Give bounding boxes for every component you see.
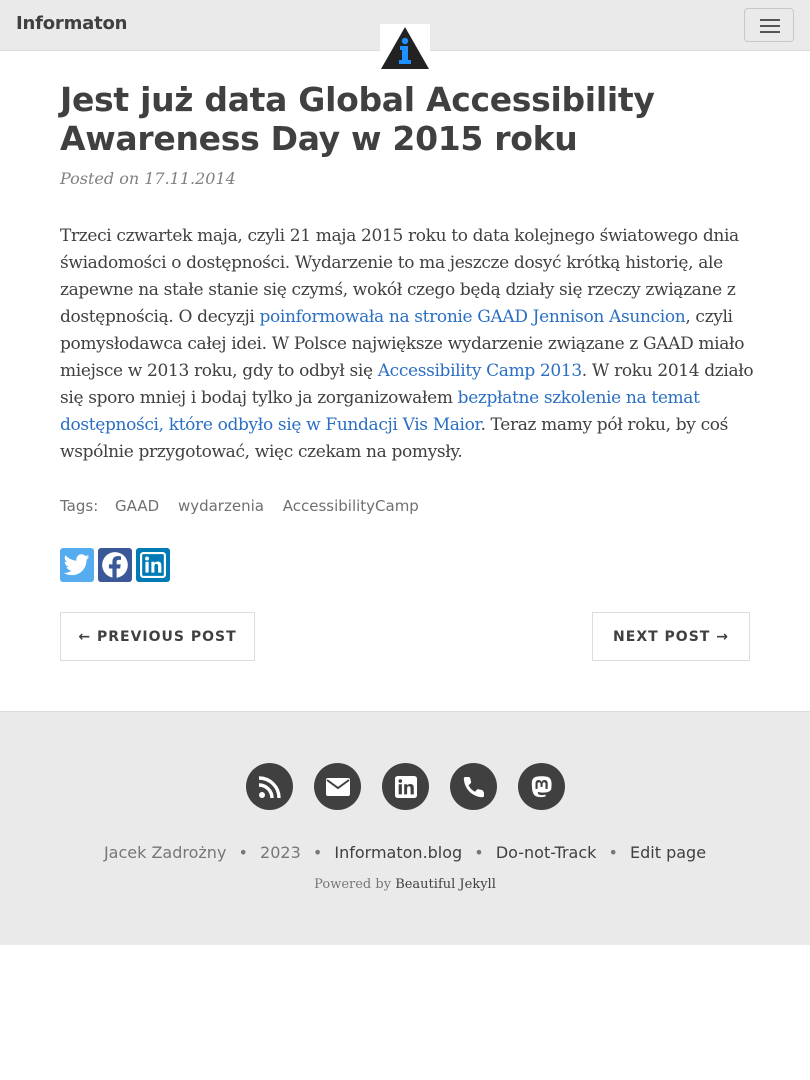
phone-link[interactable] [450, 763, 497, 810]
twitter-icon [64, 554, 90, 576]
phone-icon [463, 776, 484, 797]
powered-by: Powered by Beautiful Jekyll [0, 877, 810, 892]
share-twitter-button[interactable] [60, 548, 94, 582]
footer-year: 2023 [260, 843, 301, 862]
powered-by-text: Powered by [314, 877, 392, 892]
tag-link[interactable]: GAAD [115, 497, 159, 515]
footer: Jacek Zadrożny • 2023 • Informaton.blog … [0, 711, 810, 945]
footer-social-links [246, 763, 565, 810]
bullet-separator: • [312, 843, 323, 862]
accessibility-camp-link[interactable]: Accessibility Camp 2013 [378, 361, 582, 381]
share-buttons [60, 548, 170, 582]
share-linkedin-button[interactable] [136, 548, 170, 582]
post-body: Trzeci czwartek maja, czyli 21 maja 2015… [60, 223, 760, 466]
share-facebook-button[interactable] [98, 548, 132, 582]
post-tags: Tags: GAAD wydarzenia AccessibilityCamp [60, 497, 433, 515]
bullet-separator: • [608, 843, 618, 862]
previous-post-button[interactable]: ← PREVIOUS POST [60, 612, 255, 661]
rss-icon [258, 775, 281, 798]
informaton-logo-icon [381, 27, 429, 69]
email-link[interactable] [314, 763, 361, 810]
gaad-announcement-link[interactable]: poinformowała na stronie GAAD Jennison A… [260, 307, 686, 327]
tag-link[interactable]: wydarzenia [178, 497, 264, 515]
footer-info: Jacek Zadrożny • 2023 • Informaton.blog … [0, 843, 810, 862]
mastodon-link[interactable] [518, 763, 565, 810]
next-post-button[interactable]: NEXT POST → [592, 612, 750, 661]
site-logo[interactable] [380, 24, 430, 70]
footer-site-link[interactable]: Informaton.blog [334, 843, 462, 862]
envelope-icon [325, 777, 350, 796]
post-meta-date: Posted on 17.11.2014 [60, 169, 236, 188]
beautiful-jekyll-link[interactable]: Beautiful Jekyll [395, 877, 496, 892]
tag-link[interactable]: AccessibilityCamp [283, 497, 419, 515]
menu-toggle-button[interactable] [744, 8, 794, 42]
linkedin-link[interactable] [382, 763, 429, 810]
facebook-icon [102, 552, 128, 579]
site-brand-link[interactable]: Informaton [16, 13, 127, 34]
bullet-separator: • [474, 843, 484, 862]
tags-label: Tags: [60, 497, 99, 515]
post-title: Jest już data Global Accessibility Aware… [60, 80, 655, 158]
linkedin-icon [140, 552, 166, 578]
bullet-separator: • [238, 843, 248, 862]
mastodon-icon [531, 775, 552, 797]
footer-edit-page-link[interactable]: Edit page [630, 843, 706, 862]
footer-dnt-link[interactable]: Do-not-Track [496, 843, 597, 862]
footer-author: Jacek Zadrożny [103, 843, 227, 862]
rss-link[interactable] [246, 763, 293, 810]
linkedin-icon [394, 775, 417, 798]
